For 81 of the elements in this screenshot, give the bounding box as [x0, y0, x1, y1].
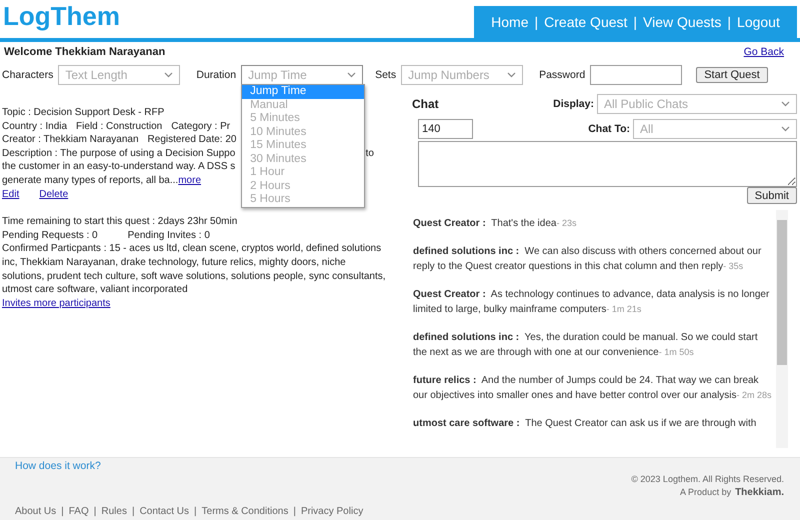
sets-label: Sets	[375, 69, 396, 81]
description-text: to	[366, 146, 374, 160]
footer-separator: |	[293, 506, 296, 517]
display-label: Display:	[553, 98, 594, 110]
duration-select[interactable]: Jump Time	[241, 65, 364, 85]
detail-text: Country : India	[2, 120, 68, 134]
participants-text: Confirmed Particpants : 15 - aces us ltd, clean scene, cryptos world, defined solutions inc, Thekkiam Narayanan, drake technology, future relics, mighty doors, niche solutions, prudent tech culture, soft wave solutions, solutions people, sync consultants, utmost care software, valiant incorporated	[2, 242, 387, 297]
submit-button[interactable]: Submit	[746, 187, 797, 204]
how-it-works-link[interactable]: How does it work?	[15, 460, 364, 472]
edit-link[interactable]: Edit	[2, 188, 20, 202]
footer-separator: |	[94, 506, 96, 517]
footer-link[interactable]: Rules	[101, 506, 127, 517]
dropdown-option[interactable]: 1 Hour	[242, 166, 364, 180]
chat-message: utmost care software : The Quest Creator can ask us if we are through with	[413, 417, 758, 431]
start-quest-button[interactable]: Start Quest	[696, 67, 768, 83]
description-text: the customer in an easy-to-understand way. A DSS s	[2, 160, 236, 174]
product-text: A Product by	[680, 487, 732, 497]
footer-link[interactable]: Privacy Policy	[300, 506, 364, 517]
pending-invites-text: Pending Invites : 0	[128, 228, 210, 242]
company-name: Thekkiam.	[735, 487, 784, 498]
detail-text: Registered Date: 20	[148, 133, 236, 147]
nav-link[interactable]: Logout	[737, 14, 780, 30]
nav-separator: |	[534, 14, 538, 30]
copyright-text: © 2023 Logthem. All Rights Reserved.	[631, 474, 784, 484]
display-select[interactable]: All Public Chats	[597, 94, 797, 114]
dropdown-option[interactable]: 10 Minutes	[242, 126, 364, 139]
duration-label: Duration	[196, 69, 236, 81]
chat-title: Chat	[411, 96, 439, 110]
delete-link[interactable]: Delete	[39, 188, 68, 202]
scrollbar[interactable]	[776, 210, 788, 448]
chat-message: future relics : And the number of Jumps could be 24. That way we can break our objectives into smaller ones and have better control over our analysis- 2m 28s	[413, 374, 773, 403]
dropdown-option[interactable]: 5 Hours	[242, 193, 364, 206]
footer-link[interactable]: Terms & Conditions	[202, 506, 288, 517]
characters-label: Characters	[2, 69, 54, 81]
chat-message: defined solutions inc : We can also discuss with others concerned about our reply to the Quest creator questions in this chat column and then reply- 35s	[413, 245, 762, 274]
footer-link[interactable]: About Us	[15, 506, 56, 517]
dropdown-option[interactable]: 5 Minutes	[242, 112, 364, 126]
nav-separator: |	[727, 14, 732, 30]
go-back-link[interactable]: Go Back	[744, 46, 784, 61]
chevron-down-icon	[164, 72, 174, 78]
dropdown-option[interactable]: Jump Time	[242, 85, 364, 98]
description-text: Description : The purpose of using a Decision Suppo	[2, 146, 236, 160]
chat-message: defined solutions inc : Yes, the duration could be manual. So we could start the next as we are through with one at our convenience- 1m 50s	[413, 331, 759, 360]
footer-link[interactable]: FAQ	[68, 506, 89, 517]
message-field[interactable]	[418, 141, 797, 187]
pending-requests-text: Pending Requests : 0	[2, 228, 98, 242]
detail-text: Category : Pr	[171, 120, 230, 134]
chevron-down-icon	[507, 72, 516, 78]
detail-text: Creator : Thekkiam Narayanan	[2, 133, 139, 147]
chevron-down-icon	[347, 72, 356, 78]
footer-link[interactable]: Contact Us	[140, 506, 190, 517]
footer-separator: |	[61, 506, 64, 517]
chat-message: Quest Creator : As technology continues to advance, data analysis is no longer limited to large, bulky mainframe computers- 1m 21s	[413, 288, 770, 317]
character-count-field[interactable]: 140	[418, 118, 473, 138]
dropdown-option[interactable]: 2 Hours	[242, 180, 364, 193]
description-text: generate many types of reports, all ba...	[2, 174, 178, 188]
nav-link[interactable]: Create Quest	[544, 14, 628, 30]
footer-separator: |	[194, 506, 197, 517]
dropdown-option[interactable]: 30 Minutes	[242, 152, 364, 166]
characters-select[interactable]: Text Length	[58, 65, 180, 85]
nav-link[interactable]: View Quests	[643, 14, 722, 30]
dropdown-option[interactable]: 15 Minutes	[242, 139, 364, 152]
sets-select[interactable]: Jump Numbers	[401, 65, 524, 85]
time-remaining-text: Time remaining to start this quest : 2days 23hr 50min	[2, 216, 238, 228]
password-label: Password	[539, 69, 586, 81]
chat-to-label: Chat To:	[588, 122, 630, 134]
logo[interactable]: LogThem	[0, 1, 120, 38]
invite-link[interactable]: Invites more participants	[2, 298, 110, 309]
welcome-text: Welcome Thekkiam Narayanan	[4, 46, 166, 60]
chevron-down-icon	[781, 100, 790, 106]
chevron-down-icon	[781, 126, 790, 132]
password-field[interactable]	[590, 65, 682, 85]
chat-to-select[interactable]: All	[633, 118, 797, 138]
detail-text: Field : Construction	[76, 120, 162, 134]
chat-message: Quest Creator : That's the idea- 23s	[413, 217, 578, 231]
footer-separator: |	[132, 506, 135, 517]
nav-separator: |	[633, 14, 638, 30]
more-link[interactable]: more	[178, 174, 202, 188]
dropdown-option[interactable]: Manual	[242, 98, 364, 112]
topic-text: Topic : Decision Support Desk - RFP	[2, 107, 164, 118]
nav-link[interactable]: Home	[491, 14, 528, 30]
